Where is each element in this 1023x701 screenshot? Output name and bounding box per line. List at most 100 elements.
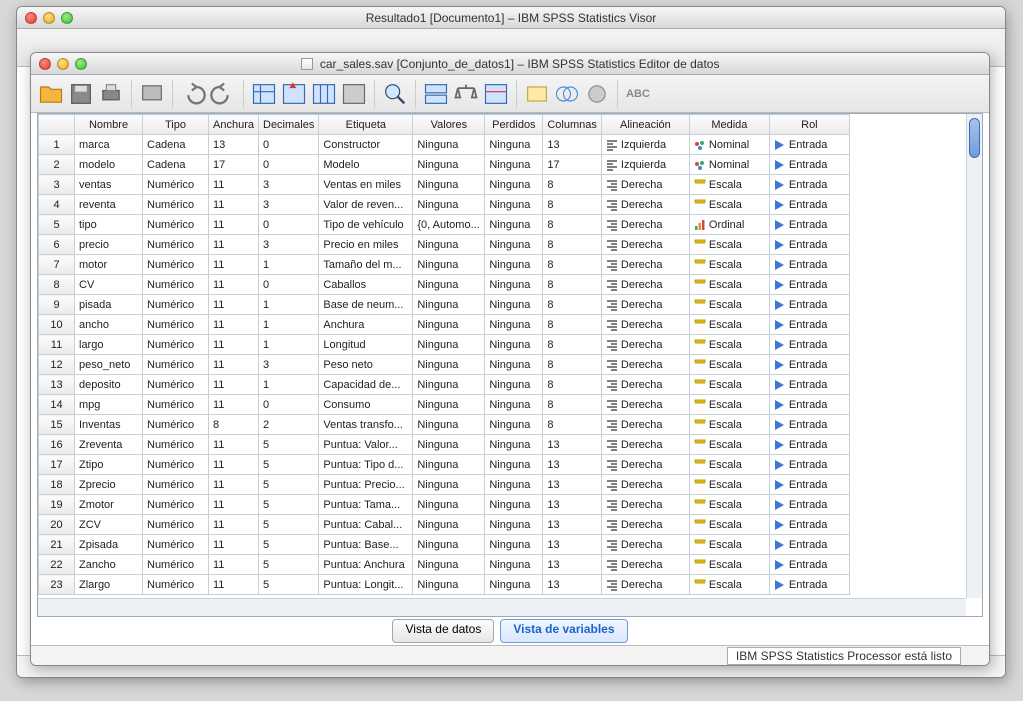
- cell-alineacion[interactable]: Derecha: [601, 315, 689, 335]
- cell-rol[interactable]: Entrada: [769, 395, 849, 415]
- row-number[interactable]: 15: [39, 415, 75, 435]
- cell-anchura[interactable]: 11: [209, 195, 259, 215]
- cell-perdidos[interactable]: Ninguna: [485, 135, 543, 155]
- cell-anchura[interactable]: 11: [209, 515, 259, 535]
- cell-etiqueta[interactable]: Valor de reven...: [319, 195, 413, 215]
- row-number[interactable]: 11: [39, 335, 75, 355]
- cell-decimales[interactable]: 5: [259, 515, 319, 535]
- cell-rol[interactable]: Entrada: [769, 255, 849, 275]
- select-cases-button[interactable]: [482, 80, 510, 108]
- cell-medida[interactable]: Escala: [689, 275, 769, 295]
- cell-rol[interactable]: Entrada: [769, 375, 849, 395]
- cell-perdidos[interactable]: Ninguna: [485, 155, 543, 175]
- cell-columnas[interactable]: 8: [543, 175, 602, 195]
- cell-rol[interactable]: Entrada: [769, 355, 849, 375]
- cell-perdidos[interactable]: Ninguna: [485, 415, 543, 435]
- cell-medida[interactable]: Escala: [689, 255, 769, 275]
- cell-nombre[interactable]: deposito: [75, 375, 143, 395]
- spellcheck-button[interactable]: ABC: [624, 80, 652, 108]
- cell-valores[interactable]: Ninguna: [413, 455, 485, 475]
- cell-etiqueta[interactable]: Modelo: [319, 155, 413, 175]
- cell-anchura[interactable]: 11: [209, 255, 259, 275]
- cell-nombre[interactable]: largo: [75, 335, 143, 355]
- cell-decimales[interactable]: 0: [259, 275, 319, 295]
- row-number[interactable]: 10: [39, 315, 75, 335]
- cell-alineacion[interactable]: Derecha: [601, 335, 689, 355]
- cell-valores[interactable]: Ninguna: [413, 435, 485, 455]
- row-number[interactable]: 20: [39, 515, 75, 535]
- cell-columnas[interactable]: 8: [543, 415, 602, 435]
- cell-etiqueta[interactable]: Puntua: Cabal...: [319, 515, 413, 535]
- row-number[interactable]: 7: [39, 255, 75, 275]
- table-row[interactable]: 19ZmotorNumérico115Puntua: Tama...Ningun…: [39, 495, 850, 515]
- cell-medida[interactable]: Escala: [689, 455, 769, 475]
- cell-decimales[interactable]: 0: [259, 135, 319, 155]
- cell-valores[interactable]: Ninguna: [413, 195, 485, 215]
- row-number[interactable]: 6: [39, 235, 75, 255]
- cell-etiqueta[interactable]: Puntua: Valor...: [319, 435, 413, 455]
- cell-tipo[interactable]: Numérico: [143, 255, 209, 275]
- cell-perdidos[interactable]: Ninguna: [485, 395, 543, 415]
- cell-medida[interactable]: Ordinal: [689, 215, 769, 235]
- cell-decimales[interactable]: 5: [259, 535, 319, 555]
- cell-nombre[interactable]: Ztipo: [75, 455, 143, 475]
- table-row[interactable]: 16ZreventaNumérico115Puntua: Valor...Nin…: [39, 435, 850, 455]
- tab-data-view[interactable]: Vista de datos: [392, 619, 494, 643]
- cell-rol[interactable]: Entrada: [769, 215, 849, 235]
- cell-alineacion[interactable]: Derecha: [601, 235, 689, 255]
- cell-medida[interactable]: Escala: [689, 335, 769, 355]
- open-button[interactable]: [37, 80, 65, 108]
- cell-medida[interactable]: Escala: [689, 295, 769, 315]
- cell-tipo[interactable]: Numérico: [143, 455, 209, 475]
- cell-decimales[interactable]: 2: [259, 415, 319, 435]
- cell-rol[interactable]: Entrada: [769, 335, 849, 355]
- cell-perdidos[interactable]: Ninguna: [485, 175, 543, 195]
- cell-alineacion[interactable]: Derecha: [601, 555, 689, 575]
- cell-medida[interactable]: Escala: [689, 515, 769, 535]
- table-row[interactable]: 3ventasNumérico113Ventas en milesNinguna…: [39, 175, 850, 195]
- row-number[interactable]: 13: [39, 375, 75, 395]
- cell-rol[interactable]: Entrada: [769, 235, 849, 255]
- cell-tipo[interactable]: Numérico: [143, 435, 209, 455]
- cell-alineacion[interactable]: Derecha: [601, 195, 689, 215]
- row-number[interactable]: 2: [39, 155, 75, 175]
- cell-medida[interactable]: Nominal: [689, 155, 769, 175]
- cell-valores[interactable]: Ninguna: [413, 355, 485, 375]
- cell-decimales[interactable]: 0: [259, 215, 319, 235]
- cell-etiqueta[interactable]: Consumo: [319, 395, 413, 415]
- cell-nombre[interactable]: Zancho: [75, 555, 143, 575]
- cell-nombre[interactable]: mpg: [75, 395, 143, 415]
- cell-medida[interactable]: Escala: [689, 375, 769, 395]
- row-number[interactable]: 3: [39, 175, 75, 195]
- col-decimales[interactable]: Decimales: [259, 115, 319, 135]
- cell-alineacion[interactable]: Derecha: [601, 295, 689, 315]
- cell-alineacion[interactable]: Derecha: [601, 375, 689, 395]
- cell-columnas[interactable]: 13: [543, 575, 602, 595]
- row-number[interactable]: 8: [39, 275, 75, 295]
- cell-perdidos[interactable]: Ninguna: [485, 195, 543, 215]
- cell-rol[interactable]: Entrada: [769, 195, 849, 215]
- tab-variable-view[interactable]: Vista de variables: [500, 619, 627, 643]
- cell-alineacion[interactable]: Derecha: [601, 495, 689, 515]
- cell-nombre[interactable]: modelo: [75, 155, 143, 175]
- cell-etiqueta[interactable]: Capacidad de...: [319, 375, 413, 395]
- save-button[interactable]: [67, 80, 95, 108]
- row-number[interactable]: 22: [39, 555, 75, 575]
- find-button[interactable]: [381, 80, 409, 108]
- cell-medida[interactable]: Escala: [689, 355, 769, 375]
- cell-etiqueta[interactable]: Puntua: Tipo d...: [319, 455, 413, 475]
- table-row[interactable]: 17ZtipoNumérico115Puntua: Tipo d...Ningu…: [39, 455, 850, 475]
- cell-medida[interactable]: Escala: [689, 535, 769, 555]
- table-row[interactable]: 18ZprecioNumérico115Puntua: Precio...Nin…: [39, 475, 850, 495]
- cell-decimales[interactable]: 1: [259, 315, 319, 335]
- cell-columnas[interactable]: 8: [543, 355, 602, 375]
- cell-nombre[interactable]: reventa: [75, 195, 143, 215]
- cell-valores[interactable]: Ninguna: [413, 515, 485, 535]
- table-row[interactable]: 23ZlargoNumérico115Puntua: Longit...Ning…: [39, 575, 850, 595]
- cell-nombre[interactable]: Zreventa: [75, 435, 143, 455]
- cell-medida[interactable]: Escala: [689, 195, 769, 215]
- weight-cases-button[interactable]: [452, 80, 480, 108]
- cell-etiqueta[interactable]: Puntua: Tama...: [319, 495, 413, 515]
- table-row[interactable]: 11largoNumérico111LongitudNingunaNinguna…: [39, 335, 850, 355]
- cell-decimales[interactable]: 3: [259, 235, 319, 255]
